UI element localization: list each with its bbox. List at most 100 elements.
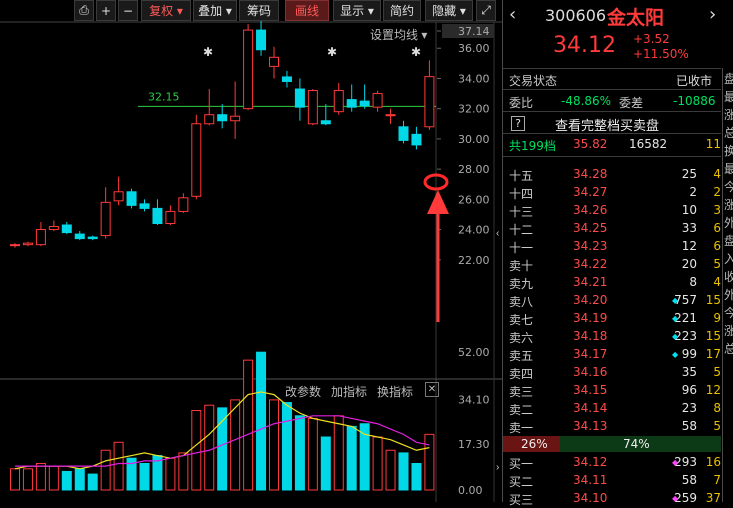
ask-label: 卖四 bbox=[509, 367, 534, 381]
ask-vol: 99 bbox=[681, 347, 697, 361]
candle-body-29 bbox=[385, 114, 396, 117]
ask-row[interactable]: 卖四 34.16 35 5 bbox=[509, 364, 721, 382]
candle-body-16 bbox=[217, 114, 228, 122]
ask-row[interactable]: 十四 34.27 2 2 bbox=[509, 184, 721, 202]
candle-body-13 bbox=[178, 197, 189, 212]
ask-vol: 20 bbox=[681, 257, 697, 271]
info-strip-char: 总 bbox=[724, 340, 733, 357]
candle-body-31 bbox=[411, 133, 422, 146]
ask-label: 卖二 bbox=[509, 403, 534, 417]
toolbar-button-10[interactable]: ⤢ bbox=[476, 0, 496, 21]
y-tick-label-3: 32.00 bbox=[458, 103, 490, 116]
ask-cnt: 5 bbox=[713, 257, 721, 271]
info-strip-char: 盘 bbox=[724, 232, 733, 249]
volume-bar-10 bbox=[139, 463, 150, 491]
ask-cnt: 5 bbox=[713, 365, 721, 379]
order-flag-icon: ◆ bbox=[672, 314, 679, 323]
candle-body-27 bbox=[359, 100, 370, 107]
ask-row[interactable]: 十二 34.25 33 6 bbox=[509, 220, 721, 238]
ask-row[interactable]: 十五 34.28 25 4 bbox=[509, 166, 721, 184]
add-indicator-button[interactable]: 加指标 bbox=[331, 383, 367, 400]
toolbar-button-2[interactable]: − bbox=[118, 0, 138, 21]
ask-vol: 12 bbox=[681, 239, 697, 253]
bid-row[interactable]: 买一 34.12 293 16 ◆ bbox=[509, 454, 721, 472]
full-book-link[interactable]: 查看完整档买卖盘 bbox=[555, 115, 659, 134]
ask-label: 卖六 bbox=[509, 331, 534, 345]
info-strip-char: 外 bbox=[724, 286, 733, 303]
buy-sell-ratio-bar: 26% 74% bbox=[503, 436, 721, 452]
ask-row[interactable]: 卖十 34.22 20 5 bbox=[509, 256, 721, 274]
info-strip-char: 今 bbox=[724, 178, 733, 195]
webi-label: 委比 bbox=[509, 96, 534, 110]
close-indicator-button[interactable]: ✕ bbox=[425, 382, 439, 397]
candle-body-10 bbox=[139, 203, 150, 209]
info-strip-char: 涨 bbox=[724, 196, 733, 213]
candle-body-17 bbox=[230, 115, 241, 122]
ask-price: 34.26 bbox=[573, 203, 608, 217]
info-strip-char: 总 bbox=[724, 124, 733, 141]
ask-label: 卖十 bbox=[509, 259, 534, 273]
candle-body-32 bbox=[424, 76, 435, 128]
edit-params-button[interactable]: 改参数 bbox=[285, 383, 321, 400]
ask-vol: 2 bbox=[689, 185, 697, 199]
ask-price: 34.25 bbox=[573, 221, 608, 235]
ask-price: 34.16 bbox=[573, 365, 608, 379]
info-strip-char: 今 bbox=[724, 304, 733, 321]
ask-cnt: 5 bbox=[713, 419, 721, 433]
info-strip-char: 涨 bbox=[724, 106, 733, 123]
candle-body-18 bbox=[243, 29, 254, 110]
ask-row[interactable]: 卖六 34.18 223 15 ◆ bbox=[509, 328, 721, 346]
ask-row[interactable]: 卖八 34.20 757 15 ◆ bbox=[509, 292, 721, 310]
ask-price: 34.17 bbox=[573, 347, 608, 361]
info-strip-char: 盘 bbox=[724, 70, 733, 87]
ask-price: 34.20 bbox=[573, 293, 608, 307]
toolbar-button-7[interactable]: 显示 ▾ bbox=[333, 0, 381, 21]
help-icon[interactable]: ? bbox=[511, 116, 525, 131]
toolbar-button-9[interactable]: 隐藏 ▾ bbox=[425, 0, 473, 21]
kline-chart[interactable]: 37.14 36.00 34.00 32.00 30.00 28.00 26.00 24.00… bbox=[0, 0, 502, 502]
ask-row[interactable]: 卖三 34.15 96 12 bbox=[509, 382, 721, 400]
ask-row[interactable]: 卖五 34.17 99 17 ◆ bbox=[509, 346, 721, 364]
toolbar-button-4[interactable]: 叠加 ▾ bbox=[193, 0, 237, 21]
expand-handle-icon: › bbox=[496, 462, 499, 473]
toolbar-button-1[interactable]: + bbox=[96, 0, 116, 21]
ask-row[interactable]: 十一 34.23 12 6 bbox=[509, 238, 721, 256]
bid-price: 34.12 bbox=[573, 455, 608, 469]
ask-row[interactable]: 卖一 34.13 58 5 bbox=[509, 418, 721, 436]
bid-label: 买三 bbox=[509, 493, 534, 507]
y-tick-label-4: 30.00 bbox=[458, 133, 490, 146]
candle-body-14 bbox=[191, 123, 202, 197]
bid-row[interactable]: 买三 34.10 259 37 ◆ bbox=[509, 490, 721, 508]
toolbar-button-0[interactable]: ⎙ bbox=[74, 0, 94, 21]
price-change-pct: +11.50% bbox=[633, 47, 689, 61]
candle-body-30 bbox=[398, 126, 409, 141]
ask-vol: 25 bbox=[681, 167, 697, 181]
sell-ratio-label: 26% bbox=[521, 437, 548, 451]
candle-body-12 bbox=[165, 210, 176, 225]
ask-row[interactable]: 十三 34.26 10 3 bbox=[509, 202, 721, 220]
bid-row[interactable]: 买二 34.11 58 7 bbox=[509, 472, 721, 490]
back-icon[interactable]: ‹ bbox=[509, 4, 516, 25]
ask-price: 34.28 bbox=[573, 167, 608, 181]
ask-label: 卖五 bbox=[509, 349, 534, 363]
ask-price: 34.18 bbox=[573, 329, 608, 343]
toolbar-button-6[interactable]: 画线 bbox=[285, 0, 329, 21]
total-depth-price: 35.82 bbox=[573, 137, 608, 151]
ask-row[interactable]: 卖九 34.21 8 4 bbox=[509, 274, 721, 292]
ask-cnt: 2 bbox=[713, 185, 721, 199]
candle-body-6 bbox=[87, 236, 98, 240]
ma-settings-button[interactable]: 设置均线 ▾ bbox=[370, 26, 427, 43]
ask-row[interactable]: 卖二 34.14 23 8 bbox=[509, 400, 721, 418]
toolbar-button-5[interactable]: 筹码 bbox=[239, 0, 279, 21]
ask-label: 卖七 bbox=[509, 313, 534, 327]
switch-indicator-button[interactable]: 换指标 bbox=[377, 383, 413, 400]
forward-icon[interactable]: › bbox=[709, 4, 716, 25]
y-tick-label-6: 26.00 bbox=[458, 193, 490, 206]
toolbar-button-8[interactable]: 简约 bbox=[383, 0, 421, 21]
ask-label: 卖一 bbox=[509, 421, 534, 435]
ask-vol: 96 bbox=[681, 383, 697, 397]
ask-row[interactable]: 卖七 34.19 221 9 ◆ bbox=[509, 310, 721, 328]
stock-code: 300606 bbox=[545, 6, 607, 25]
order-flag-icon: ◆ bbox=[672, 350, 679, 359]
toolbar-button-3[interactable]: 复权 ▾ bbox=[141, 0, 191, 21]
